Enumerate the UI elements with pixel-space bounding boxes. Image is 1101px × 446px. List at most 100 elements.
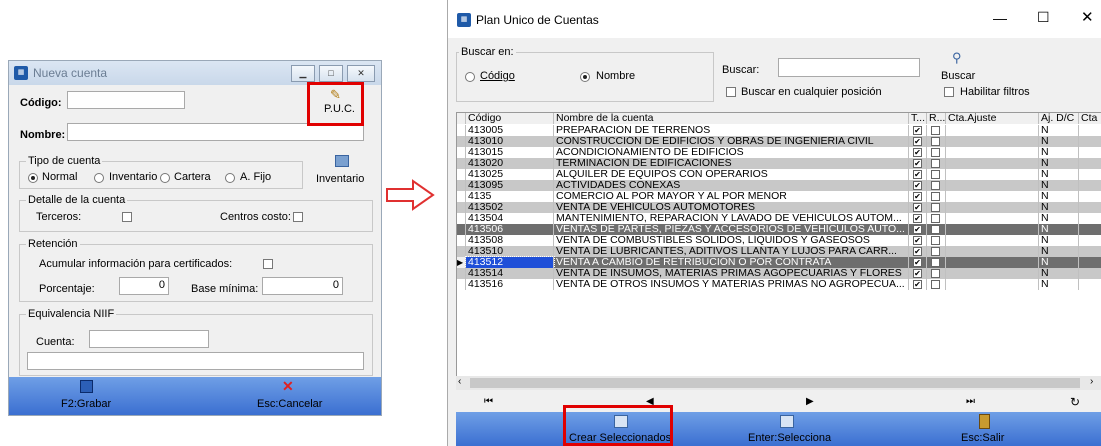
cell-t-checkbox[interactable]: ✔ xyxy=(913,258,922,267)
cell-r-checkbox[interactable] xyxy=(931,159,940,168)
scroll-thumb[interactable] xyxy=(470,378,1080,388)
cell-t-checkbox[interactable]: ✔ xyxy=(913,137,922,146)
habilitar-filtros-checkbox[interactable] xyxy=(944,87,954,97)
cell-codigo[interactable]: 413508 xyxy=(466,235,554,246)
refresh-icon[interactable]: ↻ xyxy=(1070,395,1080,409)
radio-inventario[interactable] xyxy=(94,173,104,183)
cell-codigo[interactable]: 413015 xyxy=(466,147,554,158)
cell-cta[interactable] xyxy=(1079,147,1101,158)
cell-r-checkbox[interactable] xyxy=(931,203,940,212)
col-codigo-header[interactable]: Código xyxy=(466,113,554,124)
close-icon[interactable]: ✕ xyxy=(1081,8,1094,26)
cell-codigo[interactable]: 413095 xyxy=(466,180,554,191)
cell-codigo[interactable]: 413510 xyxy=(466,246,554,257)
cell-t-checkbox[interactable]: ✔ xyxy=(913,214,922,223)
table-row[interactable]: 413010 CONSTRUCCIÓN DE EDIFICIOS Y OBRAS … xyxy=(457,136,1101,147)
cell-aj-dc[interactable]: N xyxy=(1039,191,1079,202)
cell-aj-dc[interactable]: N xyxy=(1039,125,1079,136)
radio-codigo[interactable] xyxy=(465,72,475,82)
cell-cta[interactable] xyxy=(1079,268,1101,279)
cell-aj-dc[interactable]: N xyxy=(1039,279,1079,290)
cell-cta-ajuste[interactable] xyxy=(946,246,1039,257)
cell-nombre[interactable]: VENTA DE COMBUSTIBLES SÓLIDOS, LÍQUIDOS … xyxy=(554,235,909,246)
cell-codigo[interactable]: 413025 xyxy=(466,169,554,180)
cell-r-checkbox[interactable] xyxy=(931,269,940,278)
cell-t-checkbox[interactable]: ✔ xyxy=(913,148,922,157)
last-record-icon[interactable]: ⏭ xyxy=(966,396,975,407)
cell-nombre[interactable]: VENTA DE INSUMOS, MATERIAS PRIMAS AGOPEC… xyxy=(554,268,909,279)
cuenta-niif-input[interactable] xyxy=(89,330,209,348)
cell-nombre[interactable]: ACONDICIONAMIENTO DE EDIFICIOS xyxy=(554,147,909,158)
cell-t-checkbox[interactable]: ✔ xyxy=(913,269,922,278)
cell-t-checkbox[interactable]: ✔ xyxy=(913,203,922,212)
cell-cta[interactable] xyxy=(1079,136,1101,147)
cell-r-checkbox[interactable] xyxy=(931,137,940,146)
table-row[interactable]: 413506 VENTAS DE PARTES, PIEZAS Y ACCESOR… xyxy=(457,224,1101,235)
cell-codigo[interactable]: 413506 xyxy=(466,224,554,235)
centros-costo-checkbox[interactable] xyxy=(293,212,303,222)
cell-codigo[interactable]: 4135 xyxy=(466,191,554,202)
cell-cta-ajuste[interactable] xyxy=(946,158,1039,169)
cell-cta[interactable] xyxy=(1079,125,1101,136)
cell-cta-ajuste[interactable] xyxy=(946,136,1039,147)
col-nombre-header[interactable]: Nombre de la cuenta xyxy=(554,113,909,124)
cell-cta[interactable] xyxy=(1079,257,1101,268)
cell-r-checkbox[interactable] xyxy=(931,181,940,190)
cell-cta-ajuste[interactable] xyxy=(946,125,1039,136)
acumular-checkbox[interactable] xyxy=(263,259,273,269)
cell-cta-ajuste[interactable] xyxy=(946,268,1039,279)
cell-aj-dc[interactable]: N xyxy=(1039,136,1079,147)
cell-aj-dc[interactable]: N xyxy=(1039,246,1079,257)
cell-t-checkbox[interactable]: ✔ xyxy=(913,181,922,190)
buscar-button[interactable]: ⚲ Buscar xyxy=(937,50,985,86)
cell-aj-dc[interactable]: N xyxy=(1039,213,1079,224)
cell-cta[interactable] xyxy=(1079,213,1101,224)
cell-cta[interactable] xyxy=(1079,279,1101,290)
cell-r-checkbox[interactable] xyxy=(931,214,940,223)
cell-cta-ajuste[interactable] xyxy=(946,191,1039,202)
cell-r-checkbox[interactable] xyxy=(931,258,940,267)
cell-cta-ajuste[interactable] xyxy=(946,169,1039,180)
radio-normal[interactable] xyxy=(28,173,38,183)
cell-cta-ajuste[interactable] xyxy=(946,224,1039,235)
buscar-input[interactable] xyxy=(778,58,920,77)
cell-t-checkbox[interactable]: ✔ xyxy=(913,192,922,201)
porcentaje-input[interactable]: 0 xyxy=(119,277,169,295)
cell-aj-dc[interactable]: N xyxy=(1039,202,1079,213)
table-row[interactable]: 413020 TERMINACIÓN DE EDIFICACIONES ✔ N xyxy=(457,158,1101,169)
minimize-icon[interactable]: — xyxy=(993,10,1007,26)
table-row[interactable]: 413510 VENTA DE LUBRICANTES, ADITIVOS LLA… xyxy=(457,246,1101,257)
cell-cta[interactable] xyxy=(1079,158,1101,169)
cell-nombre[interactable]: VENTA DE VEHÍCULOS AUTOMOTORES xyxy=(554,202,909,213)
table-row[interactable]: 413508 VENTA DE COMBUSTIBLES SÓLIDOS, LÍQ… xyxy=(457,235,1101,246)
cell-r-checkbox[interactable] xyxy=(931,225,940,234)
maximize-icon[interactable]: ☐ xyxy=(1037,9,1050,26)
cell-t-checkbox[interactable]: ✔ xyxy=(913,170,922,179)
cell-t-checkbox[interactable]: ✔ xyxy=(913,225,922,234)
cell-nombre[interactable]: TERMINACIÓN DE EDIFICACIONES xyxy=(554,158,909,169)
radio-cartera[interactable] xyxy=(160,173,170,183)
cell-codigo[interactable]: 413005 xyxy=(466,125,554,136)
cell-codigo[interactable]: 413020 xyxy=(466,158,554,169)
buscar-cualquier-checkbox[interactable] xyxy=(726,87,736,97)
cell-aj-dc[interactable]: N xyxy=(1039,257,1079,268)
cell-r-checkbox[interactable] xyxy=(931,148,940,157)
cell-t-checkbox[interactable]: ✔ xyxy=(913,247,922,256)
salir-button[interactable]: Esc:Salir xyxy=(951,412,1021,446)
cell-t-checkbox[interactable]: ✔ xyxy=(913,280,922,289)
table-row[interactable]: 413095 ACTIVIDADES CONEXAS ✔ N xyxy=(457,180,1101,191)
table-row[interactable]: 413015 ACONDICIONAMIENTO DE EDIFICIOS ✔ N xyxy=(457,147,1101,158)
cell-cta[interactable] xyxy=(1079,246,1101,257)
cell-cta-ajuste[interactable] xyxy=(946,235,1039,246)
scroll-left-icon[interactable]: ‹ xyxy=(458,376,461,387)
maximize-icon[interactable]: □ xyxy=(319,65,343,82)
cell-cta-ajuste[interactable] xyxy=(946,257,1039,268)
cell-cta-ajuste[interactable] xyxy=(946,202,1039,213)
cell-r-checkbox[interactable] xyxy=(931,280,940,289)
codigo-input[interactable] xyxy=(67,91,185,109)
cell-cta-ajuste[interactable] xyxy=(946,279,1039,290)
cell-r-checkbox[interactable] xyxy=(931,236,940,245)
cell-aj-dc[interactable]: N xyxy=(1039,224,1079,235)
col-cta-header[interactable]: Cta xyxy=(1079,113,1101,124)
cell-nombre[interactable]: VENTA DE LUBRICANTES, ADITIVOS LLANTA Y … xyxy=(554,246,909,257)
